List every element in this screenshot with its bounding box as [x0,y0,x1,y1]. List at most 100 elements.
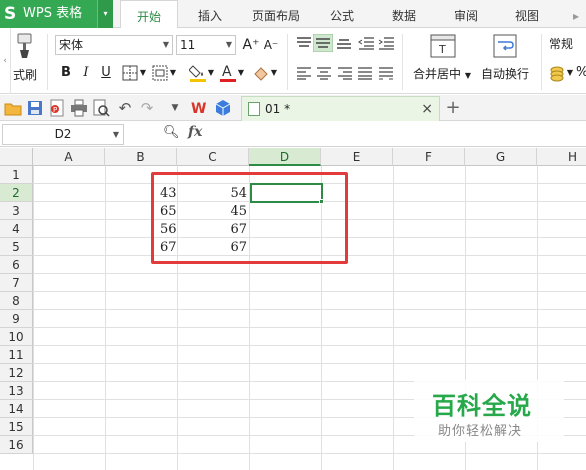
tab-home[interactable]: 开始 [120,0,178,29]
chevron-down-icon[interactable]: ▾ [97,0,113,28]
customize-toolbar-icon[interactable]: ▼ [166,99,184,117]
name-box[interactable]: D2 ▼ [2,124,124,145]
shrink-font-button[interactable]: A⁻ [262,36,280,54]
column-header-a[interactable]: A [33,148,105,166]
ribbon-collapse-icon[interactable]: ‹ [0,28,11,94]
italic-button[interactable]: I [77,64,95,82]
print-icon[interactable] [70,99,88,117]
number-format-select[interactable]: 常规 [546,35,586,55]
row-header[interactable]: 5 [0,238,33,256]
column-header-d[interactable]: D [249,148,321,166]
row-header[interactable]: 10 [0,328,33,346]
align-top-icon[interactable] [296,36,312,50]
ribbon-divider [47,34,48,90]
bold-button[interactable]: B [57,64,75,82]
row-header[interactable]: 1 [0,166,33,184]
align-center-icon[interactable] [316,66,332,80]
fill-color-icon[interactable] [189,63,207,83]
align-middle-icon[interactable] [313,34,333,52]
redo-icon[interactable]: ↷ [138,99,156,117]
chevron-down-icon[interactable]: ▼ [270,64,278,82]
wps-docer-icon[interactable]: W [190,99,208,117]
formula-input[interactable] [222,124,584,145]
row-header[interactable]: 3 [0,202,33,220]
row-header[interactable]: 15 [0,418,33,436]
tab-insert[interactable]: 插入 [186,0,234,28]
row-header[interactable]: 14 [0,400,33,418]
row-header[interactable]: 16 [0,436,33,454]
clear-format-icon[interactable] [252,64,270,82]
open-folder-icon[interactable] [4,99,22,117]
row-header[interactable]: 2 [0,184,33,202]
format-painter-icon[interactable] [15,33,35,59]
increase-indent-icon[interactable] [378,36,394,50]
row-header[interactable]: 12 [0,364,33,382]
column-header-e[interactable]: E [321,148,393,166]
document-tab[interactable]: 01 * × [241,96,440,121]
font-color-icon[interactable]: A [219,63,237,83]
column-header-c[interactable]: C [177,148,249,166]
svg-text:A: A [222,64,232,80]
column-header-f[interactable]: F [393,148,465,166]
chevron-down-icon[interactable]: ▼ [169,64,177,82]
wrap-text-icon[interactable] [493,34,517,58]
tab-view[interactable]: 视图 [503,0,551,28]
row-header[interactable]: 13 [0,382,33,400]
chevron-down-icon[interactable]: ▼ [207,64,215,82]
tab-review[interactable]: 审阅 [442,0,490,28]
merge-center-label[interactable]: 合并居中 ▼ [413,66,471,84]
row-header[interactable]: 11 [0,346,33,364]
merge-center-icon[interactable]: T [430,34,456,58]
percent-format-button[interactable]: % [576,64,586,82]
export-pdf-icon[interactable]: P [48,99,66,117]
decrease-indent-icon[interactable] [358,36,374,50]
font-name-value: 宋体 [59,38,84,52]
zoom-icon[interactable]: 🔍︎ [163,125,180,140]
save-icon[interactable] [26,99,44,117]
select-all-corner[interactable] [0,148,33,166]
row-header[interactable]: 7 [0,274,33,292]
row-header[interactable]: 9 [0,310,33,328]
tab-page-layout[interactable]: 页面布局 [245,0,307,28]
cloud-cube-icon[interactable] [214,99,232,117]
font-name-select[interactable]: 宋体 ▼ [55,35,173,55]
grow-font-button[interactable]: A⁺ [242,36,260,54]
format-painter-label[interactable]: 式刷 [13,66,37,83]
chevron-down-icon[interactable]: ▼ [139,64,147,82]
insert-function-button[interactable]: fx [188,124,202,140]
ribbon-divider [541,34,542,90]
svg-text:W: W [191,101,206,117]
new-tab-button[interactable]: + [443,95,463,121]
menu-bar: S WPS 表格 ▾ 开始 插入 页面布局 公式 数据 审阅 视图 ▸ [0,0,586,29]
print-preview-icon[interactable] [92,99,110,117]
distributed-align-icon[interactable] [378,66,394,80]
svg-text:P: P [53,106,57,114]
justify-icon[interactable] [357,66,373,80]
undo-icon[interactable]: ↶ [116,99,134,117]
align-left-icon[interactable] [296,66,312,80]
wps-app-menu-button[interactable]: S WPS 表格 ▾ [0,0,113,28]
tab-formulas[interactable]: 公式 [318,0,366,28]
formula-bar: D2 ▼ 🔍︎ fx [0,122,586,147]
border-icon[interactable] [122,65,138,81]
close-icon[interactable]: × [421,97,433,121]
row-header[interactable]: 8 [0,292,33,310]
chevron-down-icon[interactable]: ▼ [237,64,245,82]
merge-cells-icon[interactable] [152,65,168,81]
column-header-g[interactable]: G [465,148,537,166]
align-right-icon[interactable] [337,66,353,80]
column-header-b[interactable]: B [105,148,177,166]
row-header[interactable]: 6 [0,256,33,274]
chevron-down-icon[interactable]: ▼ [566,64,574,82]
wrap-text-label[interactable]: 自动换行 [481,66,529,82]
menu-more-icon[interactable]: ▸ [566,0,586,28]
currency-format-icon[interactable] [549,66,567,82]
underline-button[interactable]: U [97,64,115,82]
font-size-select[interactable]: 11 ▼ [176,35,236,55]
row-header[interactable]: 4 [0,220,33,238]
document-tab-title: 01 * [265,102,291,116]
align-bottom-icon[interactable] [336,36,352,50]
tab-data[interactable]: 数据 [380,0,428,28]
column-header-h[interactable]: H [537,148,586,166]
ribbon-divider [402,34,403,90]
